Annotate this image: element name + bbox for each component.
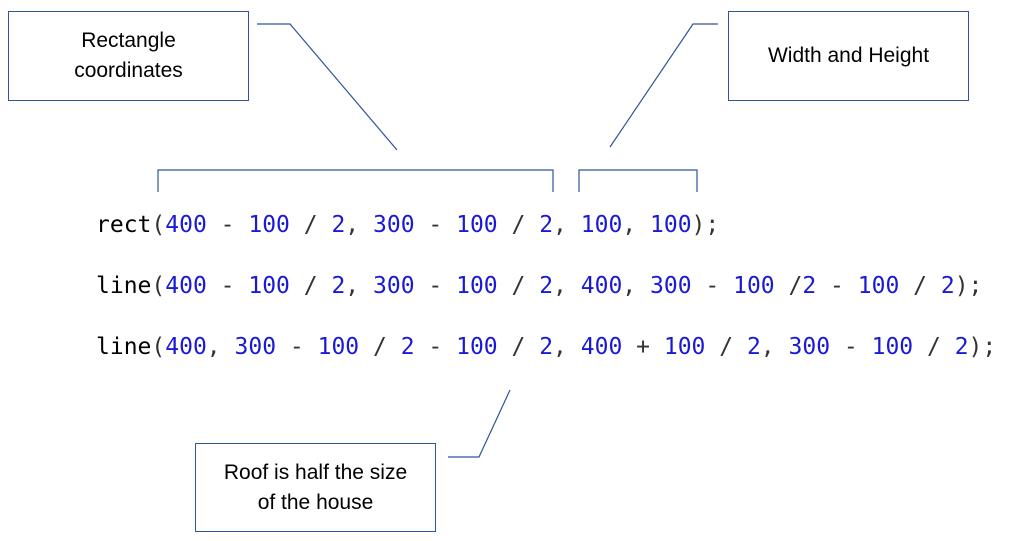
- code-number: 2: [331, 212, 346, 238]
- code-punctuation: /: [497, 334, 540, 360]
- code-punctuation: ,: [206, 334, 235, 360]
- code-punctuation: (: [151, 273, 166, 299]
- code-punctuation: /: [497, 273, 540, 299]
- code-punctuation: /: [913, 334, 955, 360]
- code-punctuation: ,: [760, 334, 789, 360]
- code-number: 100: [663, 334, 706, 360]
- code-punctuation: (: [151, 334, 166, 360]
- code-punctuation: ,: [553, 212, 581, 238]
- code-punctuation: ,: [345, 212, 373, 238]
- code-number: 2: [400, 334, 415, 360]
- code-number: 100: [248, 212, 290, 238]
- callout-roof-half-size: Roof is half the size of the house: [195, 443, 436, 532]
- code-line-line-2: line(400, 300 - 100 / 2 - 100 / 2, 400 +…: [96, 332, 996, 362]
- callout-width-and-height: Width and Height: [728, 11, 969, 101]
- code-punctuation: -: [816, 273, 858, 299]
- code-punctuation: +: [622, 334, 664, 360]
- code-punctuation: -: [414, 334, 457, 360]
- leader-rectangle-coordinates: [257, 23, 398, 151]
- code-number: 300: [234, 334, 277, 360]
- code-punctuation: );: [954, 273, 983, 299]
- code-number: 400: [580, 273, 623, 299]
- code-number: 100: [857, 273, 900, 299]
- code-punctuation: ,: [622, 212, 650, 238]
- code-punctuation: /: [359, 334, 401, 360]
- code-number: 100: [456, 334, 498, 360]
- code-number: 100: [317, 334, 360, 360]
- code-punctuation: /: [497, 212, 540, 238]
- code-punctuation: ,: [553, 273, 581, 299]
- code-punctuation: -: [206, 273, 249, 299]
- code-number: 400: [165, 273, 207, 299]
- code-punctuation: /: [289, 273, 332, 299]
- code-punctuation: /: [774, 273, 803, 299]
- code-number: 400: [580, 334, 623, 360]
- code-function-name: rect: [96, 212, 152, 238]
- callout-rectangle-coordinates: Rectangle coordinates: [8, 11, 249, 101]
- code-punctuation: -: [414, 273, 457, 299]
- code-punctuation: ,: [345, 273, 373, 299]
- code-number: 400: [165, 212, 207, 238]
- code-number: 2: [954, 334, 969, 360]
- code-punctuation: -: [276, 334, 318, 360]
- code-punctuation: );: [968, 334, 997, 360]
- code-punctuation: -: [691, 273, 734, 299]
- code-number: 2: [331, 273, 346, 299]
- code-punctuation: -: [830, 334, 872, 360]
- code-number: 300: [373, 212, 415, 238]
- code-number: 400: [165, 334, 207, 360]
- code-number: 300: [788, 334, 831, 360]
- code-function-name: line: [96, 334, 152, 360]
- bracket-width-height: [578, 169, 698, 192]
- code-line-rect: rect(400 - 100 / 2, 300 - 100 / 2, 100, …: [96, 210, 719, 240]
- code-number: 2: [940, 273, 955, 299]
- code-number: 100: [650, 212, 692, 238]
- code-line-line-1: line(400 - 100 / 2, 300 - 100 / 2, 400, …: [96, 271, 982, 301]
- code-function-name: line: [96, 273, 152, 299]
- leader-width-height: [609, 23, 718, 148]
- code-punctuation: /: [289, 212, 332, 238]
- code-number: 100: [456, 212, 498, 238]
- code-number: 300: [650, 273, 692, 299]
- code-number: 2: [802, 273, 817, 299]
- code-punctuation: -: [206, 212, 249, 238]
- code-punctuation: /: [705, 334, 747, 360]
- code-number: 100: [871, 334, 914, 360]
- code-punctuation: ,: [622, 273, 650, 299]
- code-punctuation: -: [414, 212, 457, 238]
- code-number: 2: [746, 334, 761, 360]
- code-number: 100: [248, 273, 290, 299]
- bracket-rectangle-coordinates: [157, 169, 554, 192]
- code-punctuation: (: [151, 212, 166, 238]
- code-number: 2: [539, 334, 554, 360]
- code-number: 300: [373, 273, 415, 299]
- code-number: 100: [456, 273, 498, 299]
- code-number: 100: [580, 212, 623, 238]
- code-punctuation: ,: [553, 334, 581, 360]
- code-punctuation: /: [899, 273, 941, 299]
- code-punctuation: );: [691, 212, 720, 238]
- code-number: 2: [539, 212, 554, 238]
- code-number: 100: [733, 273, 775, 299]
- code-number: 2: [539, 273, 554, 299]
- leader-roof: [448, 389, 511, 458]
